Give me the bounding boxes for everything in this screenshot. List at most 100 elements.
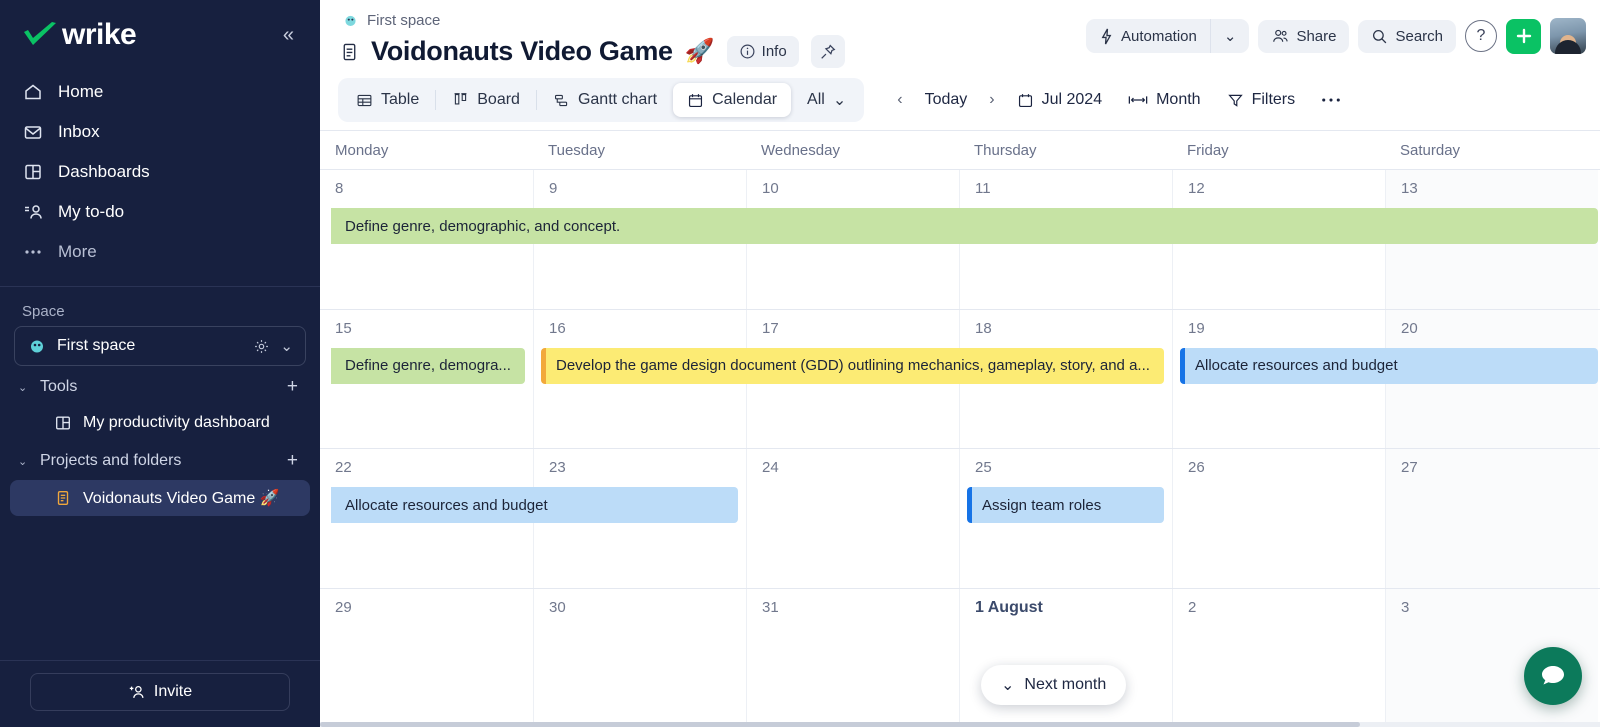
task-title: Allocate resources and budget (1195, 357, 1398, 374)
sidebar-item-label: Inbox (58, 122, 100, 142)
calendar-day-cell[interactable]: 2 (1172, 589, 1385, 727)
gear-icon[interactable] (253, 338, 270, 355)
calendar-task-bar[interactable]: Define genre, demogra... (331, 348, 525, 384)
space-avatar-icon (342, 12, 359, 29)
period-selector[interactable]: Jul 2024 (1006, 84, 1114, 116)
range-label: Month (1156, 91, 1200, 109)
share-button[interactable]: Share (1258, 20, 1349, 53)
sidebar-group-tools[interactable]: ⌄ Tools + (0, 366, 320, 406)
inbox-icon (22, 121, 44, 143)
plus-icon (1514, 26, 1534, 46)
sidebar-item-my-productivity-dashboard[interactable]: My productivity dashboard (10, 406, 310, 440)
wrike-logo[interactable]: wrike (22, 18, 136, 52)
pin-icon (819, 43, 837, 61)
sidebar-item-label: Home (58, 82, 103, 102)
calendar-icon (687, 92, 704, 109)
calendar-day-cell[interactable]: 1 August (959, 589, 1172, 727)
day-number: 2 (1188, 599, 1385, 616)
day-number: 31 (762, 599, 959, 616)
next-month-button[interactable]: ⌄ Next month (981, 665, 1126, 705)
next-period-button[interactable]: › (982, 85, 1001, 115)
sidebar-item-home[interactable]: Home (0, 72, 320, 112)
calendar-task-bar[interactable]: Define genre, demographic, and concept. (331, 208, 1598, 244)
search-button[interactable]: Search (1358, 20, 1456, 53)
space-selector[interactable]: First space ⌄ (14, 326, 306, 366)
add-button[interactable] (1506, 19, 1541, 54)
sidebar-item-voidonauts-video-game[interactable]: Voidonauts Video Game 🚀 (10, 480, 310, 516)
weekday-header-row: Monday Tuesday Wednesday Thursday Friday… (320, 131, 1600, 169)
share-label: Share (1296, 28, 1336, 45)
sidebar-item-dashboards[interactable]: Dashboards (0, 152, 320, 192)
page-title-row: Voidonauts Video Game 🚀 Info (338, 35, 1086, 68)
breadcrumb[interactable]: First space (338, 12, 1086, 29)
calendar-day-cell[interactable]: 27 (1385, 449, 1598, 588)
calendar-task-bar[interactable]: Develop the game design document (GDD) o… (541, 348, 1164, 384)
avatar[interactable] (1550, 18, 1586, 54)
collapse-sidebar-icon[interactable]: « (277, 21, 300, 49)
day-number: 13 (1401, 180, 1598, 197)
calendar-day-cell[interactable]: 26 (1172, 449, 1385, 588)
sidebar-item-label: Dashboards (58, 162, 150, 182)
invite-button[interactable]: Invite (30, 673, 290, 711)
sidebar-item-inbox[interactable]: Inbox (0, 112, 320, 152)
sidebar-nav: Home Inbox Dashboards My to-do (0, 72, 320, 272)
today-button[interactable]: Today (914, 84, 979, 116)
top-bar: First space Voidonauts Video Game 🚀 Info (320, 0, 1600, 68)
calendar-week-row: 2930311 August23 (320, 588, 1600, 727)
tab-label: Table (381, 91, 419, 109)
table-icon (356, 92, 373, 109)
today-label: Today (925, 91, 968, 109)
calendar-day-cell[interactable]: 31 (746, 589, 959, 727)
day-number: 16 (549, 320, 746, 337)
pin-button[interactable] (811, 35, 845, 68)
add-tool-icon[interactable]: + (287, 376, 298, 398)
tab-separator (536, 90, 537, 110)
info-button[interactable]: Info (727, 36, 799, 67)
automation-button[interactable]: Automation (1086, 19, 1210, 53)
automation-dropdown[interactable]: ⌄ (1210, 19, 1250, 53)
tab-calendar[interactable]: Calendar (673, 83, 791, 117)
tab-all-filter[interactable]: All ⌄ (793, 82, 860, 118)
gantt-icon (553, 92, 570, 109)
task-title: Define genre, demogra... (345, 357, 511, 374)
dashboards-icon (22, 161, 44, 183)
automation-group: Automation ⌄ (1086, 19, 1249, 53)
filters-button[interactable]: Filters (1216, 84, 1307, 116)
automation-label: Automation (1121, 28, 1197, 45)
more-dots-icon (22, 241, 44, 263)
day-number: 23 (549, 459, 746, 476)
tab-gantt-chart[interactable]: Gantt chart (539, 83, 671, 117)
day-number: 11 (975, 180, 1172, 197)
main-area: First space Voidonauts Video Game 🚀 Info (320, 0, 1600, 727)
view-tabs: Table Board Gantt chart (338, 78, 864, 122)
sidebar-item-label: Voidonauts Video Game 🚀 (83, 488, 280, 508)
calendar-day-cell[interactable]: 24 (746, 449, 959, 588)
wrike-wordmark: wrike (62, 18, 136, 52)
range-selector[interactable]: Month (1117, 84, 1211, 116)
calendar-task-bar[interactable]: Assign team roles (967, 487, 1164, 523)
calendar-day-cell[interactable]: 29 (320, 589, 533, 727)
home-icon (22, 81, 44, 103)
chat-button[interactable] (1524, 647, 1582, 705)
calendar-day-cell[interactable]: 30 (533, 589, 746, 727)
calendar-task-bar[interactable]: Allocate resources and budget (331, 487, 738, 523)
project-icon (340, 41, 359, 63)
chevron-down-icon: ⌄ (18, 455, 30, 468)
prev-period-button[interactable]: ‹ (890, 85, 909, 115)
horizontal-scrollbar[interactable] (320, 722, 1600, 727)
day-number: 29 (335, 599, 533, 616)
more-options-button[interactable] (1310, 89, 1352, 111)
sidebar-item-more[interactable]: More (0, 232, 320, 272)
chevron-down-icon[interactable]: ⌄ (280, 337, 293, 355)
sidebar-group-projects-and-folders[interactable]: ⌄ Projects and folders + (0, 440, 320, 480)
day-number: 27 (1401, 459, 1598, 476)
help-button[interactable]: ? (1465, 20, 1497, 52)
task-title: Define genre, demographic, and concept. (345, 218, 620, 235)
sidebar-footer: Invite (0, 660, 320, 727)
sidebar-item-my-to-do[interactable]: My to-do (0, 192, 320, 232)
tab-board[interactable]: Board (438, 83, 534, 117)
scrollbar-thumb[interactable] (320, 722, 1360, 727)
add-project-icon[interactable]: + (287, 450, 298, 472)
tab-table[interactable]: Table (342, 83, 433, 117)
calendar-task-bar[interactable]: Allocate resources and budget (1180, 348, 1598, 384)
